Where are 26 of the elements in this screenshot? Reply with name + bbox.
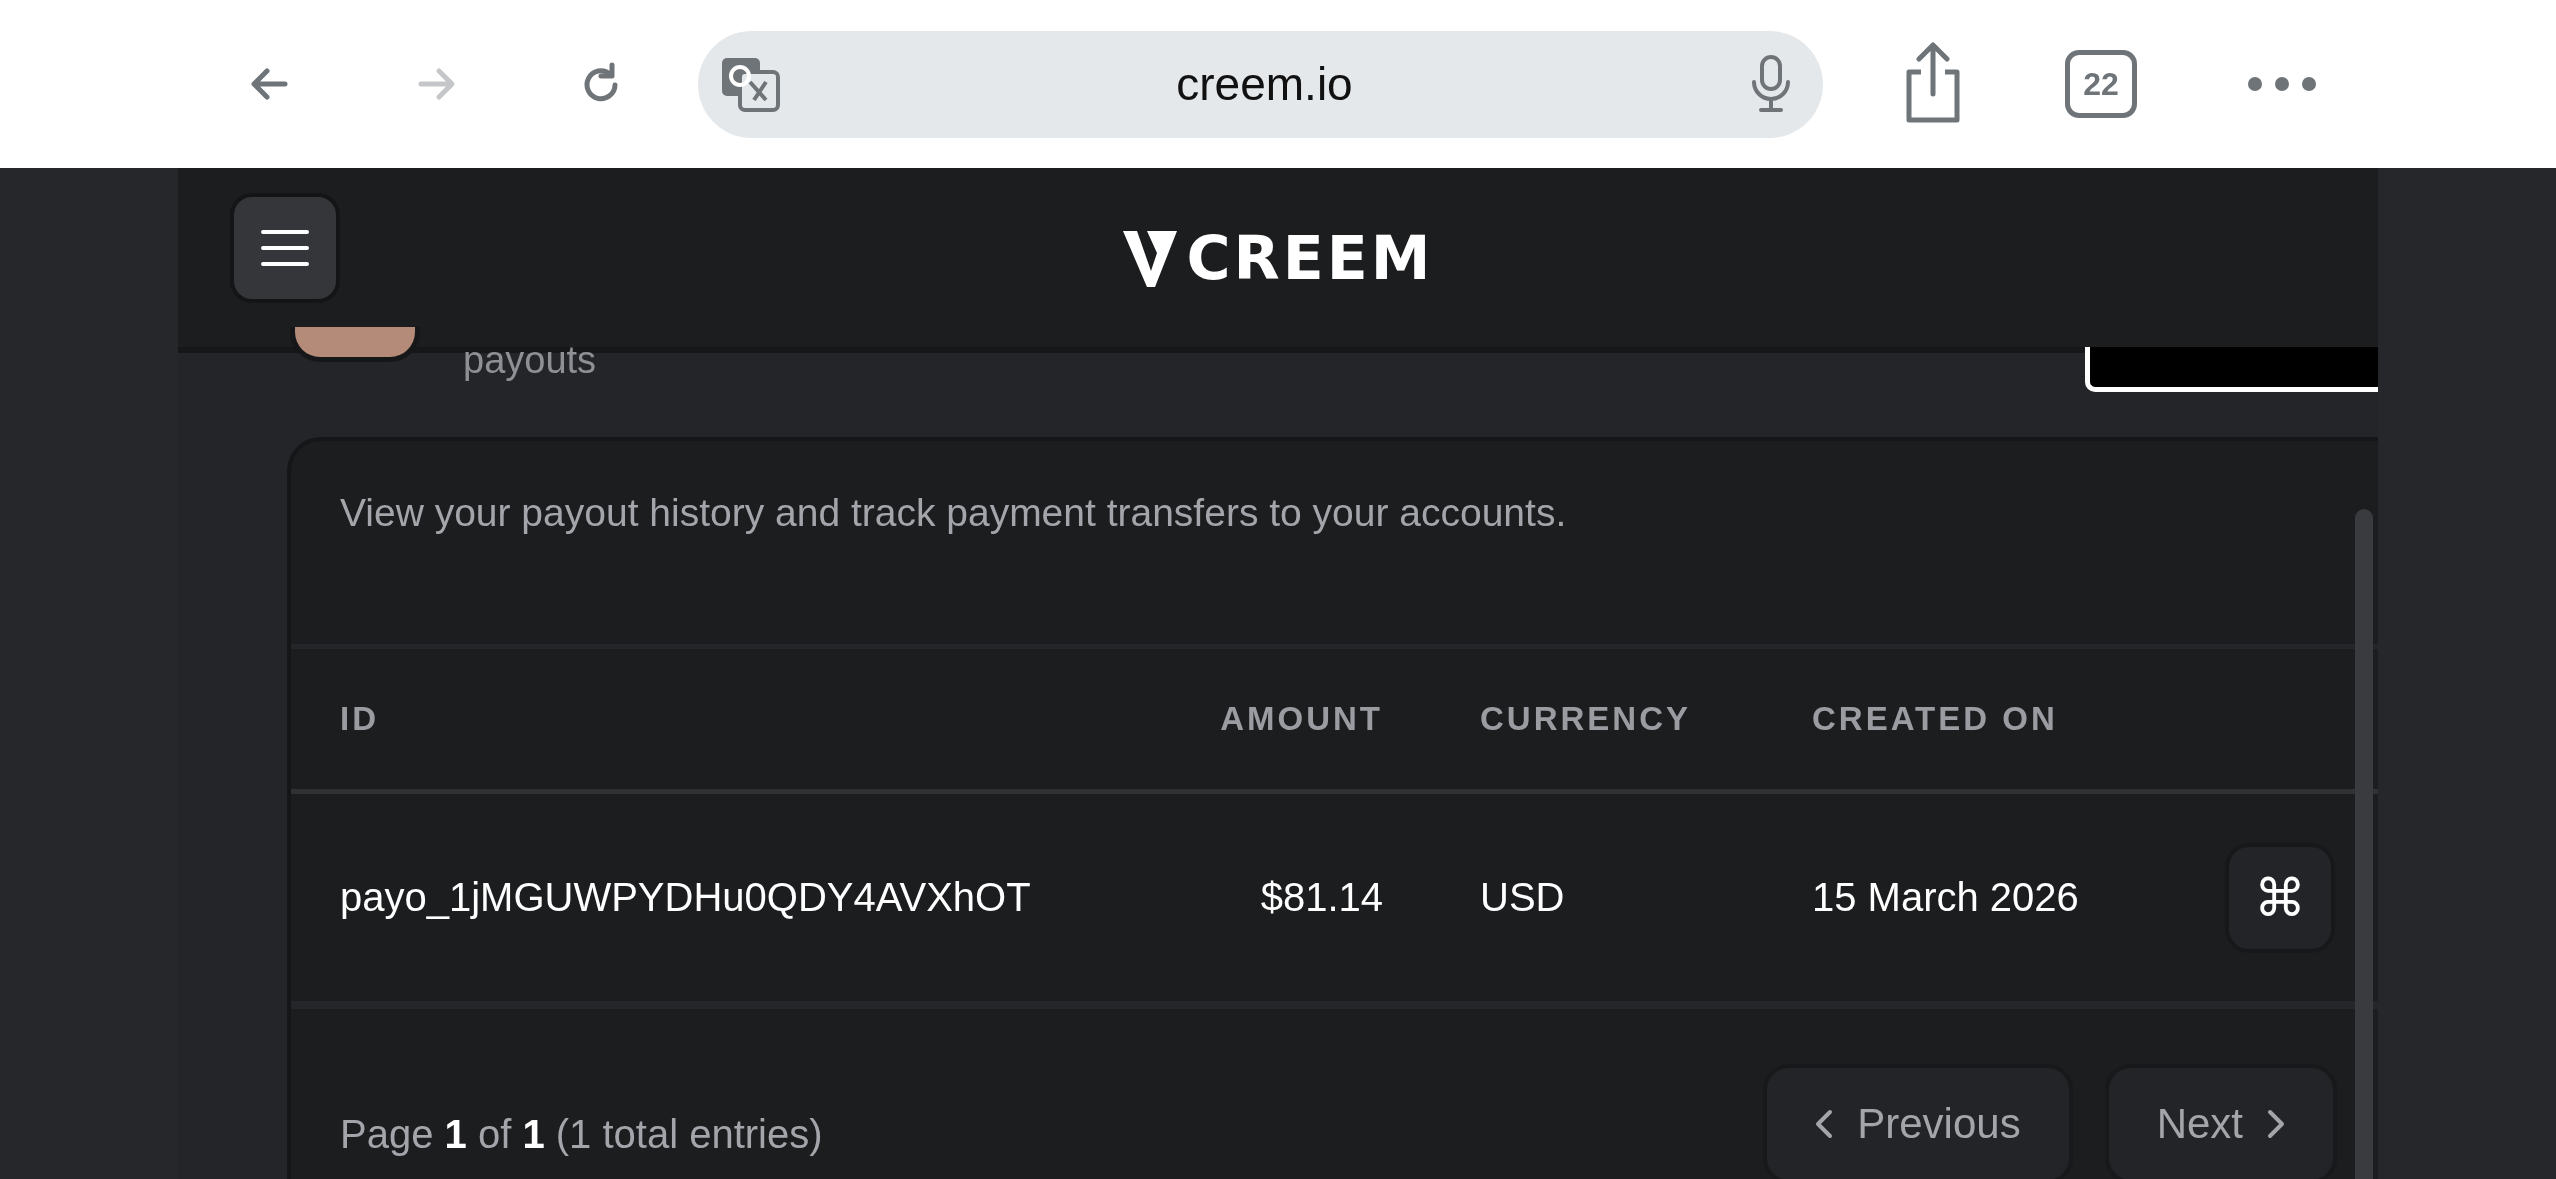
next-button[interactable]: Next	[2104, 1064, 2337, 1179]
more-icon[interactable]	[2247, 76, 2317, 92]
chevron-left-icon	[1815, 1109, 1834, 1139]
menu-icon	[261, 229, 309, 267]
chevron-right-icon	[2267, 1109, 2285, 1139]
column-header: CREATED ON	[1812, 700, 2059, 738]
table-cell-text: 15 March 2026	[1812, 875, 2080, 920]
scrollbar[interactable]	[2355, 509, 2373, 1179]
previous-button[interactable]: Previous	[1763, 1064, 2073, 1179]
table-cell-text: USD	[1479, 875, 1566, 920]
address-bar[interactable]: creem.io	[698, 30, 1823, 138]
header-button[interactable]	[2085, 347, 2378, 392]
description: View your payout history and track payment transfers to your accounts.	[339, 490, 1568, 536]
column-header: CURRENCY	[1479, 700, 1692, 738]
menu-button[interactable]	[230, 193, 340, 303]
page-subtitle: payouts	[463, 339, 597, 382]
command-button[interactable]: ⌘	[2225, 842, 2335, 953]
column-header: ID	[340, 700, 380, 738]
page-summary: Page 1 of 1 (1 total entries)	[340, 1112, 823, 1157]
logo[interactable]: CREEM	[1122, 221, 1434, 294]
table-cell-text: payo_1jMGUWPYDHu0QDY4AVXhOT	[340, 875, 1032, 920]
microphone-icon[interactable]	[1749, 54, 1793, 114]
url-text: creem.io	[1175, 57, 1354, 111]
tab-count-button[interactable]: 22	[2065, 50, 2137, 118]
column-header: AMOUNT	[1219, 700, 1383, 738]
table-cell-text: $81.14	[1259, 875, 1383, 920]
